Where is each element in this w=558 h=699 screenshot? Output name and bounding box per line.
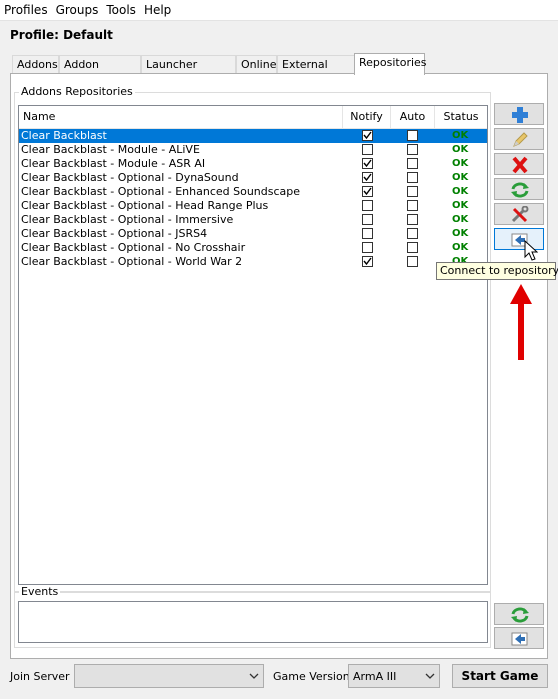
status-badge: OK (452, 144, 469, 155)
profile-title: Profile: Default (10, 28, 113, 42)
game-version-select[interactable]: ArmA III (348, 664, 440, 688)
auto-checkbox[interactable] (407, 242, 418, 253)
list-header: Name Notify Auto Status (19, 106, 487, 129)
auto-checkbox[interactable] (407, 214, 418, 225)
status-badge: OK (452, 186, 469, 197)
join-server-label: Join Server (10, 670, 70, 683)
repository-name: Clear Backblast - Optional - JSRS4 (21, 227, 208, 240)
notify-checkbox[interactable] (362, 158, 373, 169)
notify-checkbox[interactable] (362, 186, 373, 197)
column-name[interactable]: Name (19, 106, 343, 128)
notify-checkbox[interactable] (362, 228, 373, 239)
auto-checkbox[interactable] (407, 200, 418, 211)
tab-external-apps[interactable]: External Apps (277, 55, 355, 89)
status-badge: OK (452, 200, 469, 211)
column-auto[interactable]: Auto (391, 106, 435, 128)
repository-name: Clear Backblast - Optional - Enhanced So… (21, 185, 301, 198)
add-icon (512, 107, 528, 123)
tab-addon-options[interactable]: Addon Options (59, 55, 141, 89)
refresh-icon (511, 182, 529, 198)
table-row[interactable]: Clear Backblast - Module - ASR AI OK (19, 157, 487, 171)
events-title: Events (19, 585, 61, 598)
start-game-button[interactable]: Start Game (452, 664, 548, 688)
repository-settings-button[interactable] (494, 203, 544, 225)
status-badge: OK (452, 172, 469, 183)
game-version-label: Game Version (273, 670, 350, 683)
status-badge: OK (452, 228, 469, 239)
auto-checkbox[interactable] (407, 144, 418, 155)
notify-checkbox[interactable] (362, 214, 373, 225)
status-badge: OK (452, 158, 469, 169)
settings-icon (511, 206, 529, 223)
notify-checkbox[interactable] (362, 200, 373, 211)
red-arrow-annotation (510, 284, 532, 360)
notify-checkbox[interactable] (362, 256, 373, 267)
events-connect-button[interactable] (494, 627, 544, 649)
table-row[interactable]: Clear Backblast - Optional - Enhanced So… (19, 185, 487, 199)
edit-repository-button[interactable] (494, 128, 544, 150)
tab-launcher-options[interactable]: Launcher Options (141, 55, 236, 89)
connect-icon (511, 632, 528, 646)
mouse-cursor-icon (524, 240, 538, 261)
repository-name: Clear Backblast - Optional - DynaSound (21, 171, 239, 184)
events-refresh-button[interactable] (494, 603, 544, 625)
tooltip: Connect to repository (436, 262, 558, 280)
addons-repositories-title: Addons Repositories (19, 85, 135, 98)
auto-checkbox[interactable] (407, 172, 418, 183)
menu-bar: Profiles Groups Tools Help (0, 0, 558, 21)
auto-checkbox[interactable] (407, 256, 418, 267)
notify-checkbox[interactable] (362, 172, 373, 183)
notify-checkbox[interactable] (362, 130, 373, 141)
chevron-down-icon (425, 673, 435, 679)
join-server-select[interactable] (74, 664, 264, 688)
status-badge: OK (452, 242, 469, 253)
refresh-repository-button[interactable] (494, 178, 544, 200)
auto-checkbox[interactable] (407, 186, 418, 197)
tab-repositories[interactable]: Repositories (354, 53, 427, 75)
repository-name: Clear Backblast - Optional - World War 2 (21, 255, 243, 268)
table-row[interactable]: Clear Backblast - Module - ALiVE OK (19, 143, 487, 157)
status-badge: OK (452, 130, 469, 141)
repository-name: Clear Backblast - Optional - No Crosshai… (21, 241, 246, 254)
repository-name: Clear Backblast - Optional - Immersive (21, 213, 234, 226)
menu-help[interactable]: Help (140, 0, 175, 17)
tab-addons[interactable]: Addons (12, 55, 59, 73)
tab-online[interactable]: Online (236, 55, 277, 73)
table-row[interactable]: Clear Backblast - Optional - Head Range … (19, 199, 487, 213)
repository-name: Clear Backblast (21, 129, 107, 142)
delete-icon (512, 156, 528, 174)
menu-groups[interactable]: Groups (52, 0, 103, 17)
add-repository-button[interactable] (494, 103, 544, 125)
notify-checkbox[interactable] (362, 144, 373, 155)
table-row[interactable]: Clear Backblast - Optional - DynaSound OK (19, 171, 487, 185)
repository-name: Clear Backblast - Optional - Head Range … (21, 199, 269, 212)
chevron-down-icon (249, 673, 259, 679)
menu-profiles[interactable]: Profiles (0, 0, 52, 17)
column-notify[interactable]: Notify (343, 106, 391, 128)
repository-name: Clear Backblast - Module - ASR AI (21, 157, 206, 170)
auto-checkbox[interactable] (407, 228, 418, 239)
table-row[interactable]: Clear Backblast - Optional - Immersive OK (19, 213, 487, 227)
column-status[interactable]: Status (435, 106, 487, 128)
menu-tools[interactable]: Tools (102, 0, 140, 17)
auto-checkbox[interactable] (407, 130, 418, 141)
table-row[interactable]: Clear Backblast OK (19, 129, 487, 143)
refresh-icon (511, 607, 529, 623)
delete-repository-button[interactable] (494, 153, 544, 175)
table-row[interactable]: Clear Backblast - Optional - No Crosshai… (19, 241, 487, 255)
repository-name: Clear Backblast - Module - ALiVE (21, 143, 200, 156)
table-row[interactable]: Clear Backblast - Optional - World War 2… (19, 255, 487, 269)
edit-icon (513, 132, 528, 147)
events-log[interactable] (18, 601, 488, 643)
status-badge: OK (452, 214, 469, 225)
game-version-value: ArmA III (353, 670, 397, 683)
notify-checkbox[interactable] (362, 242, 373, 253)
repositories-list[interactable]: Name Notify Auto Status Clear Backblast O… (18, 105, 488, 585)
auto-checkbox[interactable] (407, 158, 418, 169)
table-row[interactable]: Clear Backblast - Optional - JSRS4 OK (19, 227, 487, 241)
